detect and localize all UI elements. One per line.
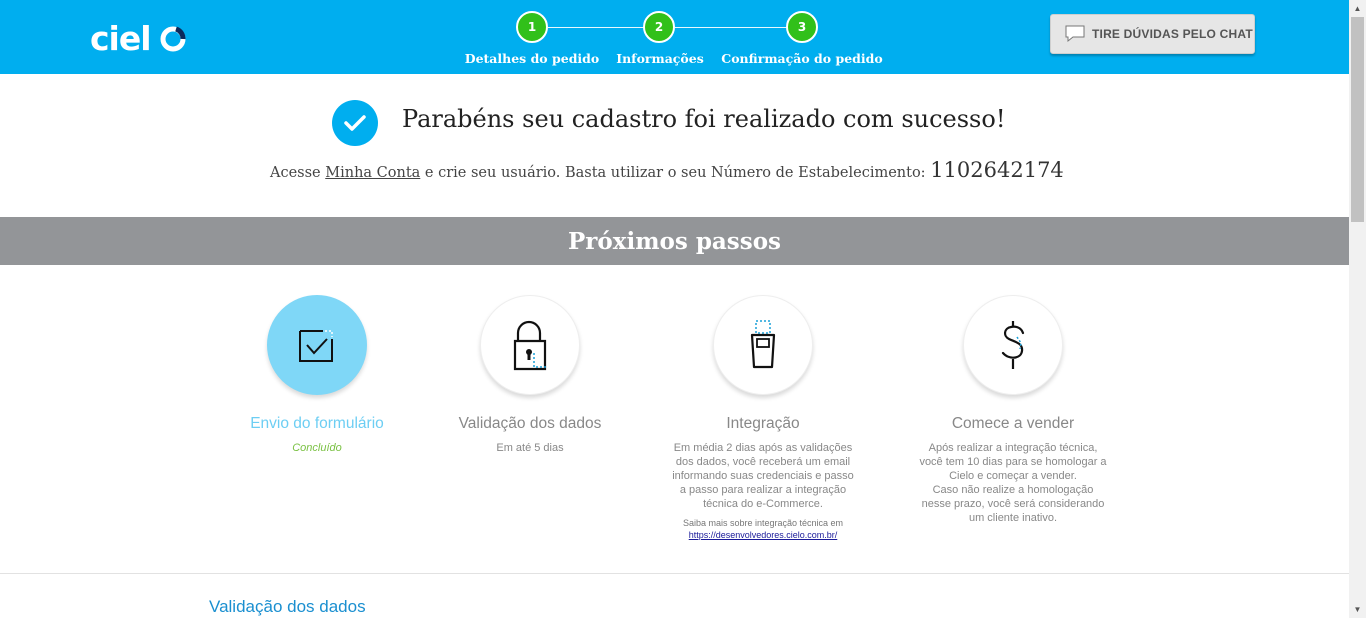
success-check-icon	[332, 100, 378, 146]
step-card-circle	[713, 295, 813, 395]
sub-middle: e crie seu usuário. Basta utilizar o seu…	[420, 165, 931, 181]
page-scrollbar[interactable]: ▲ ▼	[1349, 0, 1366, 618]
step-card-title: Validação dos dados	[458, 415, 602, 432]
terminal-icon	[750, 320, 776, 369]
success-title: Parabéns seu cadastro foi realizado com …	[402, 105, 1006, 133]
step-card-note: Saiba mais sobre integração técnica em h…	[663, 517, 863, 541]
sub-prefix: Acesse	[270, 165, 326, 181]
scroll-down-arrow-icon[interactable]: ▼	[1349, 601, 1366, 618]
integration-note-text: Saiba mais sobre integração técnica em	[682, 518, 844, 528]
step-1-label: Detalhes do pedido	[464, 51, 600, 66]
step-card-subtitle: Em média 2 dias após as validações dos d…	[672, 442, 854, 510]
step-connector	[675, 27, 787, 28]
step-card-subtitle: Após realizar a integração técnica, você…	[913, 441, 1113, 525]
step-card-sell: Comece a vender Após realizar a integraç…	[913, 295, 1113, 525]
step-card-circle	[963, 295, 1063, 395]
step-card-circle	[267, 295, 367, 395]
section-divider	[0, 573, 1349, 574]
developers-link[interactable]: https://desenvolvedores.cielo.com.br/	[689, 530, 838, 540]
step-2-label: Informações	[616, 51, 704, 66]
step-card-validation: Validação dos dados Em até 5 dias	[430, 295, 630, 455]
header: ciel 1 2 3 Detalhes do pedido Informaçõe…	[0, 0, 1349, 74]
lock-icon	[513, 320, 547, 371]
step-3-label: Confirmação do pedido	[721, 51, 883, 66]
success-subtitle: Acesse Minha Conta e crie seu usuário. B…	[270, 158, 1064, 182]
establishment-number: 1102642174	[930, 158, 1064, 182]
scroll-up-arrow-icon[interactable]: ▲	[1349, 0, 1366, 17]
checkbox-icon	[299, 330, 333, 362]
scrollbar-thumb[interactable]	[1351, 17, 1364, 222]
step-card-circle	[480, 295, 580, 395]
step-card-status: Concluído	[292, 442, 342, 454]
step-2-circle: 2	[643, 11, 675, 43]
step-connector	[548, 27, 645, 28]
step-card-integration: Integração Em média 2 dias após as valid…	[663, 295, 863, 541]
sell-text-1: Após realizar a integração técnica, você…	[919, 442, 1107, 482]
chat-button-label: TIRE DÚVIDAS PELO CHAT	[1092, 27, 1253, 41]
sell-text-2: Caso não realize a homologação nesse pra…	[921, 484, 1105, 524]
dollar-icon	[1001, 321, 1025, 369]
next-steps-area: Envio do formulário Concluído Validação …	[0, 265, 1349, 573]
next-steps-band: Próximos passos	[0, 217, 1349, 265]
minha-conta-link[interactable]: Minha Conta	[325, 165, 420, 181]
step-card-title: Comece a vender	[951, 415, 1075, 432]
step-card-form: Envio do formulário Concluído	[217, 295, 417, 455]
next-steps-title: Próximos passos	[567, 227, 781, 255]
chat-bubble-icon	[1065, 25, 1085, 43]
step-1-circle: 1	[516, 11, 548, 43]
chat-help-button[interactable]: TIRE DÚVIDAS PELO CHAT	[1050, 14, 1255, 54]
step-card-title: Integração	[726, 415, 800, 432]
success-section: Parabéns seu cadastro foi realizado com …	[0, 74, 1349, 217]
step-3-circle: 3	[786, 11, 818, 43]
validation-section-title: Validação dos dados	[209, 597, 366, 616]
step-card-subtitle: Em até 5 dias	[496, 442, 564, 454]
step-card-title: Envio do formulário	[250, 415, 384, 432]
